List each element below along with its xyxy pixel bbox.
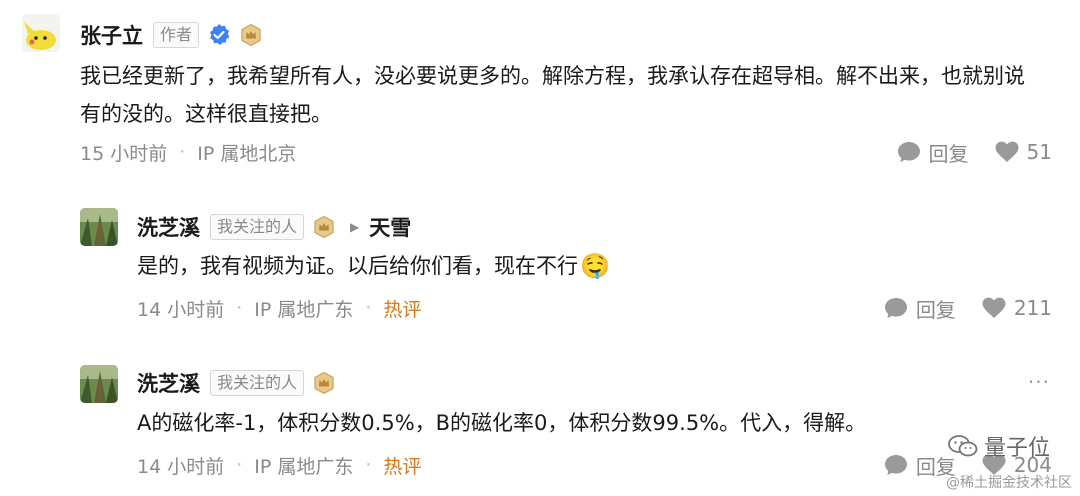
reply-label: 回复: [928, 141, 969, 166]
verified-badge-icon: [207, 23, 231, 47]
crown-badge-icon: [312, 371, 336, 395]
reply-to-username[interactable]: 天雪: [369, 212, 411, 242]
comment-text: A的磁化率-1，体积分数0.5%，B的磁化率0，体积分数99.5%。代入，得解。: [137, 411, 867, 435]
like-button[interactable]: 211: [982, 296, 1052, 320]
drooling-emoji-icon: 🤤: [580, 252, 610, 280]
reply-button[interactable]: 回复: [884, 294, 956, 323]
comment-bubble-icon: [884, 298, 907, 318]
username[interactable]: 洗芝溪: [137, 212, 200, 242]
reply-arrow-icon: ▶: [350, 220, 360, 234]
comment-text: 我已经更新了，我希望所有人，没必要说更多的。解除方程，我承认存在超导相。解不出来…: [80, 64, 1025, 126]
separator-dot: ·: [236, 297, 243, 319]
timestamp: 14 小时前: [137, 298, 225, 321]
comment-text: 是的，我有视频为证。以后给你们看，现在不行: [137, 254, 578, 278]
avatar[interactable]: [80, 208, 118, 246]
avatar[interactable]: [80, 365, 118, 403]
crown-badge-icon: [312, 215, 336, 239]
reply-button[interactable]: 回复: [897, 138, 969, 167]
ip-location: IP 属地广东: [254, 455, 354, 478]
avatar[interactable]: [22, 14, 60, 52]
like-count: 211: [1013, 296, 1052, 320]
brand-watermark: 量子位: [948, 430, 1050, 462]
reply-button[interactable]: 回复: [884, 451, 956, 480]
timestamp: 14 小时前: [137, 455, 225, 478]
separator-dot: ·: [365, 297, 372, 319]
username[interactable]: 洗芝溪: [137, 368, 200, 398]
timestamp: 15 小时前: [80, 142, 168, 165]
brand-name: 量子位: [983, 436, 1050, 461]
ip-location: IP 属地北京: [197, 142, 297, 165]
comment-bubble-icon: [897, 142, 920, 162]
following-tag: 我关注的人: [210, 370, 305, 396]
reply-label: 回复: [915, 297, 956, 322]
hot-comment-label: 热评: [383, 298, 422, 321]
ip-location: IP 属地广东: [254, 298, 354, 321]
like-count: 51: [1026, 140, 1052, 164]
community-watermark: @稀土掘金技术社区: [946, 475, 1072, 491]
separator-dot: ·: [365, 454, 372, 476]
comment-bubble-icon: [884, 455, 907, 475]
username[interactable]: 张子立: [80, 20, 143, 50]
following-tag: 我关注的人: [210, 214, 305, 240]
separator-dot: ·: [179, 141, 186, 163]
crown-badge-icon: [239, 23, 263, 47]
hot-comment-label: 热评: [383, 455, 422, 478]
separator-dot: ·: [236, 454, 243, 476]
like-button[interactable]: 51: [995, 140, 1052, 164]
more-options-button[interactable]: ···: [1028, 370, 1050, 394]
heart-icon: [982, 297, 1006, 318]
heart-icon: [995, 141, 1019, 162]
author-tag: 作者: [153, 22, 200, 48]
wechat-icon: [948, 435, 978, 457]
